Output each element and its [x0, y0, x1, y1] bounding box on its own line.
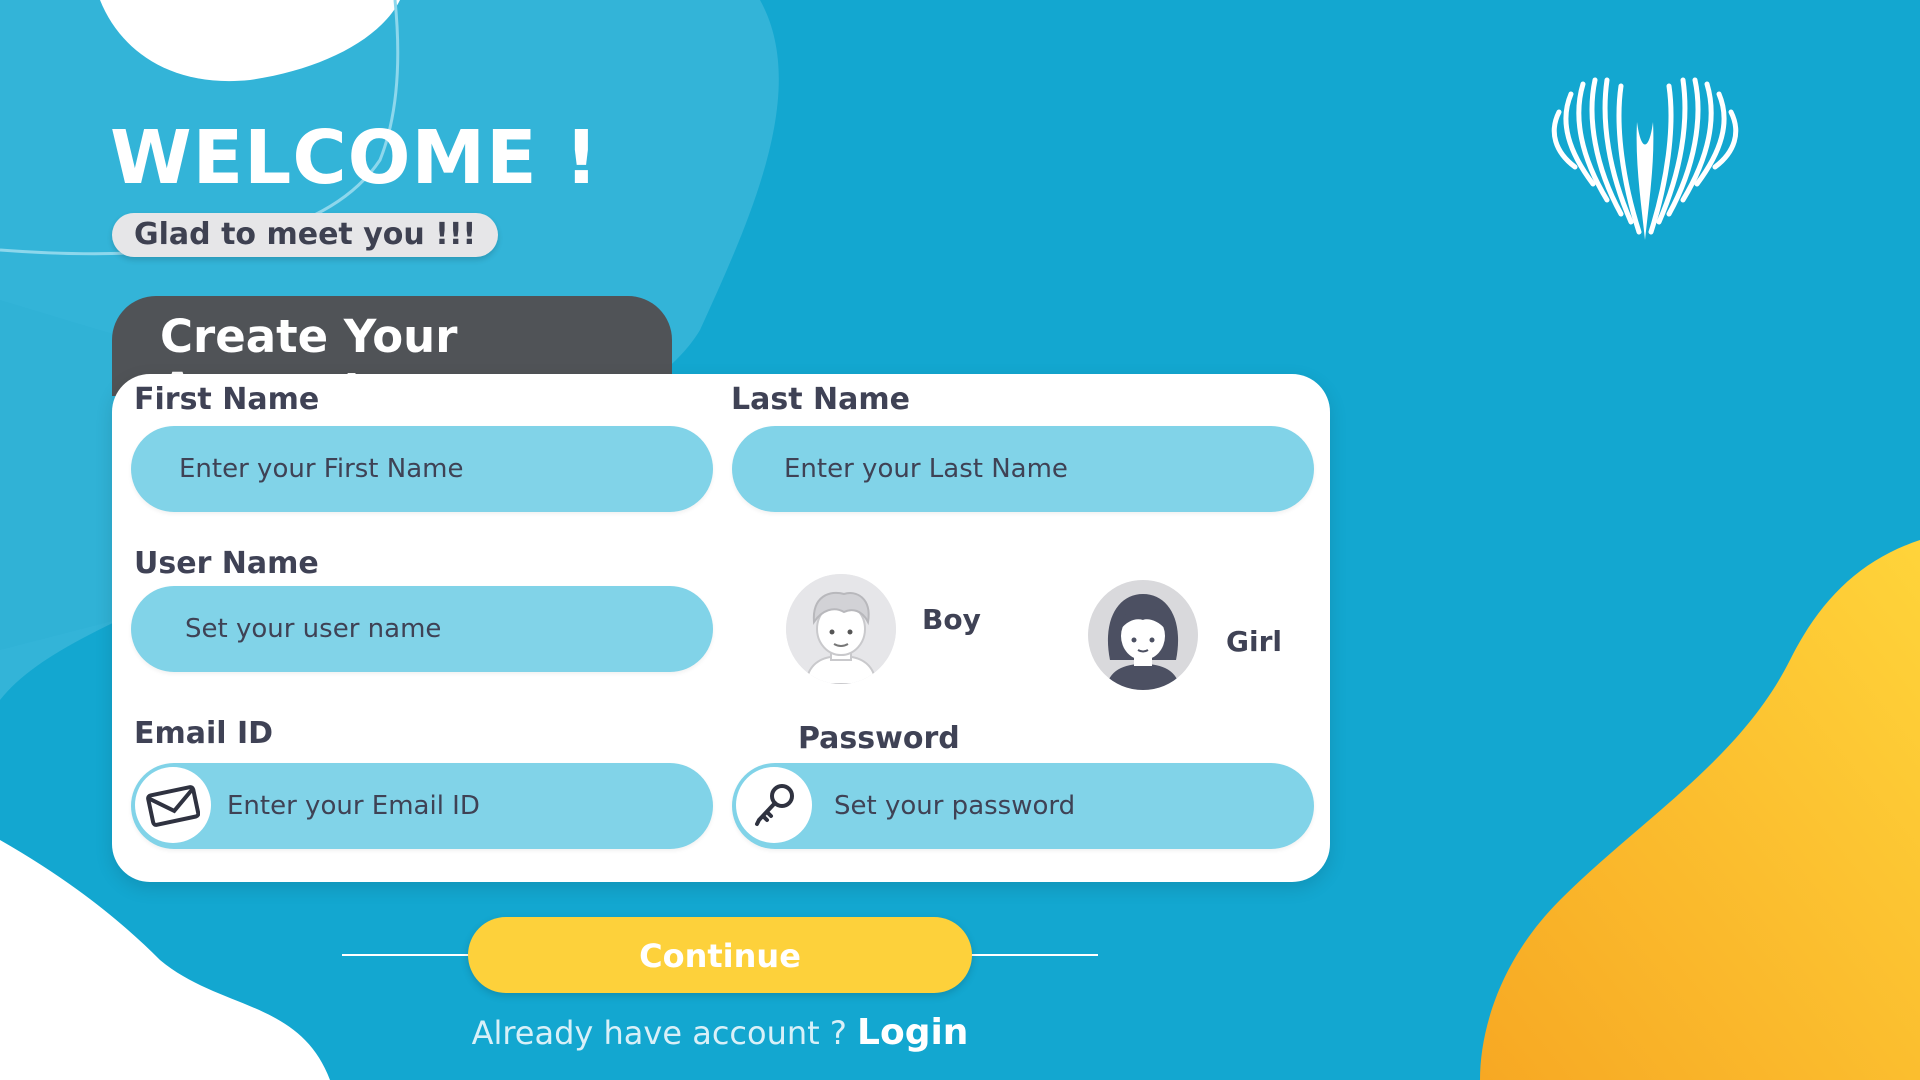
boy-label: Boy: [922, 602, 981, 636]
first-name-input[interactable]: [179, 426, 683, 512]
gender-option-boy[interactable]: Boy: [786, 574, 981, 684]
user-name-field[interactable]: [131, 586, 713, 672]
girl-label: Girl: [1226, 624, 1282, 658]
gender-option-girl[interactable]: Girl: [1088, 580, 1282, 690]
welcome-title: WELCOME !: [110, 115, 600, 201]
password-input[interactable]: [834, 763, 1284, 849]
last-name-field[interactable]: [732, 426, 1314, 512]
signup-form-card: First Name Last Name User Name Boy: [112, 374, 1330, 882]
password-field[interactable]: [732, 763, 1314, 849]
key-icon: [736, 767, 812, 843]
divider-right: [968, 954, 1098, 956]
continue-button[interactable]: Continue: [468, 917, 972, 993]
girl-avatar-icon: [1088, 580, 1198, 690]
first-name-field[interactable]: [131, 426, 713, 512]
last-name-label: Last Name: [731, 382, 910, 417]
login-row: Already have account ? Login: [0, 1012, 1440, 1053]
first-name-label: First Name: [134, 382, 320, 417]
user-name-input[interactable]: [185, 586, 683, 672]
envelope-icon: [135, 767, 211, 843]
login-prompt: Already have account ?: [471, 1014, 847, 1052]
heart-logo-icon: [1551, 77, 1739, 240]
password-label: Password: [798, 721, 960, 756]
divider-left: [342, 954, 472, 956]
welcome-subtitle: Glad to meet you !!!: [112, 213, 499, 257]
email-label: Email ID: [134, 716, 274, 751]
boy-avatar-icon: [786, 574, 896, 684]
email-input[interactable]: [227, 763, 683, 849]
user-name-label: User Name: [134, 546, 319, 581]
email-field[interactable]: [131, 763, 713, 849]
login-link[interactable]: Login: [857, 1012, 968, 1053]
last-name-input[interactable]: [784, 426, 1284, 512]
